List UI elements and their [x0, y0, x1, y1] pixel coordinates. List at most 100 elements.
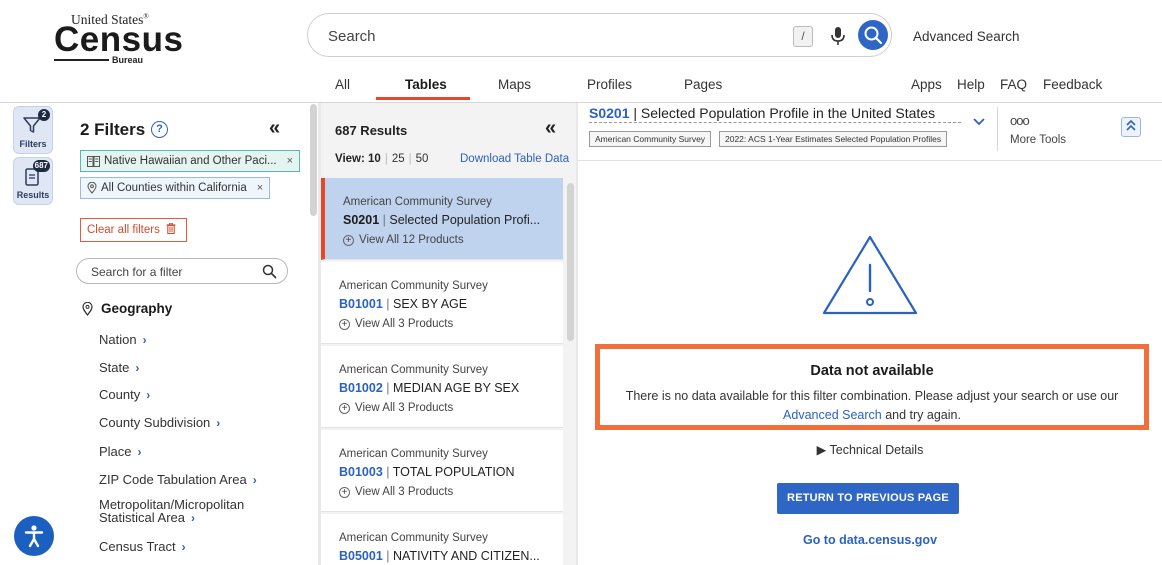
table-title[interactable]: S0201 | Selected Population Profile in t… — [589, 105, 961, 123]
warning-icon — [822, 235, 918, 315]
rail-results-label: Results — [16, 190, 50, 200]
tab-profiles[interactable]: Profiles — [587, 77, 632, 92]
data-not-available-notice: Data not available There is no data avai… — [595, 344, 1149, 430]
notice-heading: Data not available — [810, 363, 934, 379]
geo-item-census-tract[interactable]: Census Tract › — [99, 539, 186, 554]
search-icon[interactable] — [262, 264, 277, 279]
plus-circle-icon: + — [339, 318, 350, 330]
filter-search-box — [76, 258, 288, 284]
help-link[interactable]: Help — [957, 77, 985, 92]
results-count: 687 Results — [335, 123, 408, 138]
tab-tables[interactable]: Tables — [405, 77, 447, 92]
double-chevron-up-icon — [1126, 119, 1136, 131]
census-logo[interactable]: United States® Census Bureau — [54, 12, 183, 68]
microphone-icon[interactable] — [828, 25, 848, 47]
download-table-data-link[interactable]: Download Table Data — [460, 153, 569, 165]
tab-all[interactable]: All — [335, 77, 350, 92]
location-pin-icon — [87, 182, 97, 194]
apps-link[interactable]: Apps — [911, 77, 942, 92]
result-source: American Community Survey — [339, 364, 488, 376]
top-nav: All Tables Maps Profiles Pages Apps Help… — [0, 75, 1162, 103]
active-tab-underline — [376, 97, 470, 100]
help-icon[interactable]: ? — [151, 121, 168, 138]
filter-search-input[interactable] — [91, 263, 251, 280]
result-item[interactable]: American Community Survey B01003 | TOTAL… — [321, 430, 563, 512]
rail-filters-button[interactable]: 2 Filters — [13, 106, 53, 154]
plus-circle-icon: + — [343, 234, 354, 246]
left-rail: 2 Filters 687 Results — [0, 103, 66, 565]
clear-all-filters-button[interactable]: Clear all filters — [80, 218, 187, 242]
filters-scrollbar[interactable] — [310, 104, 317, 216]
result-item[interactable]: American Community Survey B01002 | MEDIA… — [321, 346, 563, 428]
geo-item-county-subdivision[interactable]: County Subdivision › — [99, 415, 220, 430]
result-title: B01001 | SEX BY AGE — [339, 297, 468, 311]
geo-item-county[interactable]: County › — [99, 387, 150, 402]
geo-item-metro-area[interactable]: Metropolitan/Micropolitan Statistical Are… — [99, 498, 244, 525]
filter-chip-race-label: Native Hawaiian and Other Paci... — [104, 155, 277, 167]
view-option-50[interactable]: 50 — [416, 153, 429, 165]
table-view-panel: S0201 | Selected Population Profile in t… — [578, 103, 1162, 565]
view-products-link[interactable]: + View All 12 Products — [343, 234, 464, 246]
geography-heading-label: Geography — [101, 301, 173, 316]
collapse-header-button[interactable] — [1121, 117, 1141, 137]
more-tools-button[interactable]: More Tools — [1010, 134, 1066, 146]
view-label: View: — [335, 153, 365, 165]
logo-line2: Census — [54, 20, 184, 59]
geo-item-zcta[interactable]: ZIP Code Tabulation Area › — [99, 472, 257, 487]
chevron-right-icon: › — [191, 511, 195, 525]
result-source: American Community Survey — [339, 532, 488, 544]
results-panel: 687 Results « View: 10 | 25 | 50 Download Ta… — [321, 103, 576, 565]
filters-title: 2 Filters — [80, 120, 146, 139]
tab-pages[interactable]: Pages — [684, 77, 722, 92]
advanced-search-inline-link[interactable]: Advanced Search — [783, 408, 882, 422]
advanced-search-link[interactable]: Advanced Search — [913, 29, 1020, 44]
rail-results-button[interactable]: 687 Results — [13, 157, 53, 205]
go-to-data-census-link[interactable]: Go to data.census.gov — [578, 533, 1162, 547]
survey-chip: American Community Survey — [589, 131, 712, 147]
result-item[interactable]: American Community Survey B05001 | NATIV… — [321, 514, 563, 565]
geo-item-nation[interactable]: Nation › — [99, 332, 147, 347]
result-source: American Community Survey — [343, 196, 492, 208]
view-option-25[interactable]: 25 — [392, 153, 405, 165]
view-products-link[interactable]: + View All 3 Products — [339, 402, 453, 414]
close-icon[interactable]: × — [257, 178, 263, 198]
geography-heading[interactable]: Geography — [82, 301, 172, 316]
result-title: B05001 | NATIVITY AND CITIZEN... — [339, 549, 540, 563]
faq-link[interactable]: FAQ — [1000, 77, 1027, 92]
result-title: S0201 | Selected Population Profi... — [343, 213, 541, 227]
result-title: B01003 | TOTAL POPULATION — [339, 465, 515, 479]
filter-chip-geography-label: All Counties within California — [101, 182, 247, 194]
filter-chip-geography[interactable]: All Counties within California × — [80, 177, 271, 199]
return-to-previous-page-button[interactable]: RETURN TO PREVIOUS PAGE — [777, 483, 959, 514]
chevron-right-icon: › — [142, 333, 147, 347]
collapse-results-button[interactable]: « — [545, 117, 556, 140]
view-products-link[interactable]: + View All 3 Products — [339, 486, 453, 498]
result-source: American Community Survey — [339, 448, 488, 460]
main-search-input[interactable] — [328, 25, 768, 47]
plus-circle-icon: + — [339, 402, 350, 414]
chevron-down-icon[interactable] — [973, 115, 985, 129]
tab-maps[interactable]: Maps — [498, 77, 531, 92]
view-option-10[interactable]: 10 — [368, 153, 381, 165]
filter-chip-race[interactable]: Native Hawaiian and Other Paci... × — [80, 150, 301, 172]
geo-item-state[interactable]: State › — [99, 360, 139, 375]
results-scrollbar[interactable] — [567, 183, 574, 341]
collapse-filters-button[interactable]: « — [269, 117, 280, 140]
result-item[interactable]: American Community Survey B01001 | SEX B… — [321, 262, 563, 344]
accessibility-button[interactable] — [14, 516, 54, 556]
trash-icon — [166, 222, 176, 235]
search-button[interactable] — [858, 20, 888, 50]
geo-item-place[interactable]: Place › — [99, 444, 142, 459]
close-icon[interactable]: × — [287, 151, 293, 171]
view-products-link[interactable]: + View All 3 Products — [339, 318, 453, 330]
feedback-link[interactable]: Feedback — [1043, 77, 1102, 92]
accessibility-icon — [24, 525, 44, 548]
chevron-right-icon: › — [135, 361, 140, 375]
result-item[interactable]: American Community Survey S0201 | Select… — [321, 178, 563, 260]
technical-details-toggle[interactable]: ▶ Technical Details — [578, 442, 1162, 457]
filters-panel: 2 Filters ? « Native Hawaiian and Other … — [66, 103, 318, 565]
chevron-right-icon: › — [137, 445, 142, 459]
more-tools-icon[interactable]: ooo — [1010, 113, 1030, 128]
chevron-right-icon: › — [146, 388, 151, 402]
rail-filters-label: Filters — [19, 139, 47, 149]
